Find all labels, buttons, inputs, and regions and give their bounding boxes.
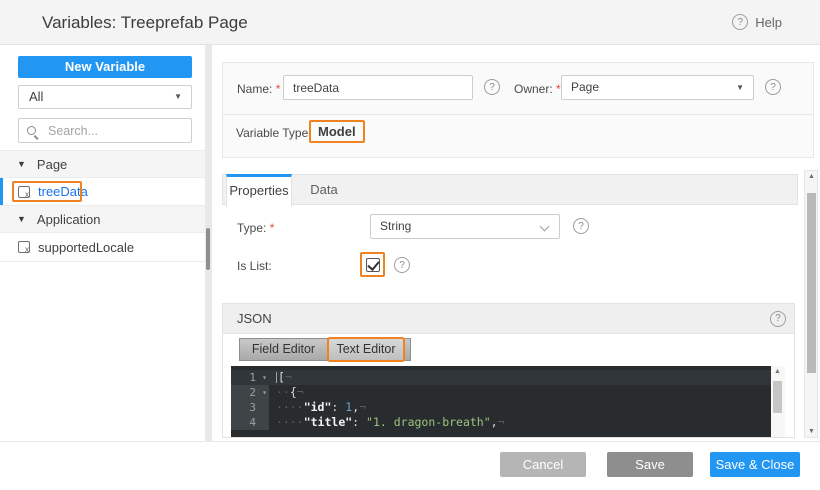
search-box xyxy=(18,118,192,143)
scroll-down-icon[interactable]: ▼ xyxy=(808,428,815,435)
editor-scrollbar-thumb[interactable] xyxy=(773,381,782,413)
content-scrollbar-thumb[interactable] xyxy=(807,193,816,373)
json-code-editor[interactable]: 1▾ [¬ 2▾ ··{¬ 3 ····"id": 1,¬ 4 ····"tit… xyxy=(231,366,771,437)
new-variable-button[interactable]: New Variable xyxy=(18,56,192,78)
owner-label: Owner: * xyxy=(514,82,561,96)
is-list-checkbox[interactable] xyxy=(366,258,380,272)
tab-data[interactable]: Data xyxy=(297,175,351,204)
tree-group-page[interactable]: ▼ Page xyxy=(0,151,205,178)
owner-value: Page xyxy=(571,80,599,94)
dialog-footer: Cancel Save Save & Close xyxy=(0,441,820,490)
eol-mark: ¬ xyxy=(285,370,292,384)
code-line[interactable]: 1▾ [¬ xyxy=(231,370,771,385)
search-icon xyxy=(27,126,36,135)
code-line[interactable]: 2▾ ··{¬ xyxy=(231,385,771,400)
model-variable-icon xyxy=(18,186,30,198)
eol-mark: ¬ xyxy=(359,400,366,414)
fold-icon[interactable]: ▾ xyxy=(262,385,267,400)
tree-group-label: Application xyxy=(37,212,101,227)
line-gutter: 1▾ xyxy=(231,370,269,385)
help-button[interactable]: ? Help xyxy=(732,14,782,30)
json-panel: JSON ? Field Editor Text Editor 1▾ [¬ 2▾… xyxy=(222,303,795,438)
json-panel-header: JSON ? xyxy=(223,304,794,334)
type-label: Type: * xyxy=(237,221,274,235)
required-mark: * xyxy=(270,221,275,235)
variable-type-label: Variable Type: xyxy=(236,126,312,140)
variables-tree: ▼ Page treeData ▼ Application supportedL… xyxy=(0,150,205,262)
help-label: Help xyxy=(755,15,782,30)
caret-down-icon: ▼ xyxy=(17,160,26,169)
json-title: JSON xyxy=(237,311,272,326)
name-input[interactable] xyxy=(283,75,473,100)
tree-group-application[interactable]: ▼ Application xyxy=(0,206,205,233)
model-variable-icon xyxy=(18,241,30,253)
variable-type-value: Model xyxy=(309,120,365,143)
text-editor-button[interactable]: Text Editor xyxy=(328,339,404,360)
save-and-close-button[interactable]: Save & Close xyxy=(710,452,800,477)
line-gutter: 2▾ xyxy=(231,385,269,400)
tab-properties[interactable]: Properties xyxy=(226,174,292,207)
type-value: String xyxy=(380,219,411,233)
editor-scrollbar[interactable]: ▲ xyxy=(771,366,785,437)
caret-down-icon: ▼ xyxy=(736,76,744,99)
panel-divider xyxy=(223,114,813,115)
sidebar-scrollbar-thumb[interactable] xyxy=(206,228,210,270)
filter-value: All xyxy=(29,89,43,104)
variables-sidebar: New Variable All ▼ ▼ Page treeData ▼ App… xyxy=(0,45,205,441)
tree-item-treedata[interactable]: treeData xyxy=(0,178,205,206)
variable-filter-select[interactable]: All ▼ xyxy=(18,85,192,109)
editor-mode-toggle: Field Editor Text Editor xyxy=(239,338,411,361)
name-label: Name: * xyxy=(237,82,280,96)
name-help-icon[interactable]: ? xyxy=(484,79,500,95)
tab-strip: Properties Data xyxy=(222,174,798,205)
code-line[interactable]: 4 ····"title": "1. dragon-breath",¬ xyxy=(231,415,771,430)
help-icon: ? xyxy=(732,14,748,30)
type-select[interactable]: String xyxy=(370,214,560,239)
search-input[interactable] xyxy=(46,120,186,141)
owner-select[interactable]: Page ▼ xyxy=(561,75,754,100)
json-help-icon[interactable]: ? xyxy=(770,311,786,327)
field-editor-button[interactable]: Field Editor xyxy=(240,339,328,360)
caret-down-icon: ▼ xyxy=(174,86,182,108)
type-help-icon[interactable]: ? xyxy=(573,218,589,234)
eol-mark: ¬ xyxy=(498,415,505,429)
line-gutter: 4 xyxy=(231,415,269,430)
selected-indicator xyxy=(0,178,3,205)
variable-summary-panel: Name: * Variable Type: ? Owner: * Page ▼… xyxy=(222,62,814,158)
code-line[interactable]: 3 ····"id": 1,¬ xyxy=(231,400,771,415)
tree-item-label: treeData xyxy=(38,184,88,199)
tree-item-supportedlocale[interactable]: supportedLocale xyxy=(0,233,205,262)
content-scrollbar[interactable]: ▲ ▼ xyxy=(804,170,818,438)
tree-item-label: supportedLocale xyxy=(38,240,134,255)
scroll-up-icon[interactable]: ▲ xyxy=(774,368,781,375)
text-cursor xyxy=(276,372,277,383)
highlight-box xyxy=(360,252,385,277)
required-mark: * xyxy=(556,82,561,96)
tree-group-label: Page xyxy=(37,157,67,172)
line-gutter: 3 xyxy=(231,400,269,415)
eol-mark: ¬ xyxy=(297,385,304,399)
is-list-help-icon[interactable]: ? xyxy=(394,257,410,273)
page-title: Variables: Treeprefab Page xyxy=(42,13,248,33)
caret-down-icon: ▼ xyxy=(17,215,26,224)
owner-help-icon[interactable]: ? xyxy=(765,79,781,95)
text-editor-label: Text Editor xyxy=(336,342,395,356)
variables-dialog: Variables: Treeprefab Page ? Help New Va… xyxy=(0,0,820,490)
is-list-label: Is List: xyxy=(237,259,272,273)
fold-icon[interactable]: ▾ xyxy=(262,370,267,385)
save-button[interactable]: Save xyxy=(607,452,693,477)
scroll-up-icon[interactable]: ▲ xyxy=(808,173,815,180)
required-mark: * xyxy=(276,82,281,96)
cancel-button[interactable]: Cancel xyxy=(500,452,586,477)
dialog-header: Variables: Treeprefab Page ? Help xyxy=(0,0,820,45)
chevron-down-icon xyxy=(540,222,550,232)
